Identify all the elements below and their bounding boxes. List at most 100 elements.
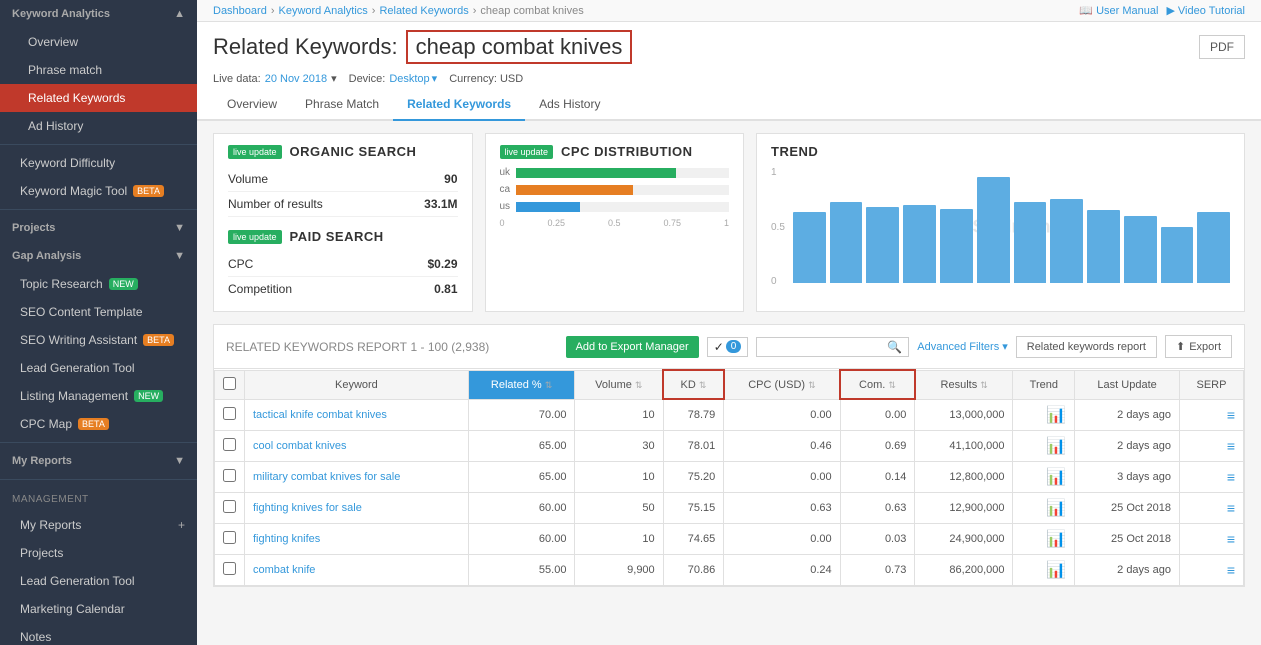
keyword-cell[interactable]: fighting knives for sale <box>245 492 469 523</box>
new-badge: NEW <box>109 278 138 290</box>
sidebar-item-projects[interactable]: Projects <box>0 539 197 567</box>
trend-mini-chart: 📊 <box>1046 469 1066 486</box>
report-btn[interactable]: Related keywords report <box>1016 336 1157 358</box>
row-checkbox[interactable] <box>223 562 236 575</box>
organic-search-title: ORGANIC SEARCH <box>290 144 417 159</box>
gap-analysis-section[interactable]: Gap Analysis ▼ <box>0 242 197 270</box>
sidebar-item-seo-writing[interactable]: SEO Writing Assistant BETA <box>0 326 197 354</box>
search-box[interactable]: 🔍 <box>756 337 909 357</box>
advanced-filters-btn[interactable]: Advanced Filters ▾ <box>917 340 1007 353</box>
sidebar-item-phrase-match[interactable]: Phrase match <box>0 56 197 84</box>
breadcrumb-related-keywords[interactable]: Related Keywords <box>379 5 468 17</box>
sidebar-item-listing-mgmt[interactable]: Listing Management NEW <box>0 382 197 410</box>
sidebar-item-topic-research[interactable]: Topic Research NEW <box>0 270 197 298</box>
management-section: MANAGEMENT My Reports + Projects Lead Ge… <box>0 488 197 645</box>
date-link[interactable]: 20 Nov 2018 <box>265 73 327 85</box>
search-input[interactable] <box>763 341 883 353</box>
trend-chart <box>793 167 1230 287</box>
chevron-down-icon: ▼ <box>174 250 185 262</box>
row-checkbox[interactable] <box>223 469 236 482</box>
serp-icon[interactable]: ≡ <box>1227 438 1235 454</box>
sidebar-item-lead-gen[interactable]: Lead Generation Tool <box>0 354 197 382</box>
row-checkbox-cell <box>215 523 245 554</box>
us-bar-container <box>516 202 729 212</box>
serp-icon[interactable]: ≡ <box>1227 469 1235 485</box>
row-checkbox-cell <box>215 399 245 430</box>
keyword-link[interactable]: cool combat knives <box>253 440 347 452</box>
select-all-checkbox[interactable] <box>223 377 236 390</box>
projects-label: Projects <box>12 222 55 234</box>
ca-bar-container <box>516 185 729 195</box>
uk-bar <box>516 168 676 178</box>
keyword-cell[interactable]: tactical knife combat knives <box>245 399 469 430</box>
keyword-link[interactable]: fighting knives for sale <box>253 502 362 514</box>
tab-phrase-match[interactable]: Phrase Match <box>291 89 393 121</box>
cpc-cell: 0.63 <box>724 492 840 523</box>
sidebar-item-notes[interactable]: Notes <box>0 623 197 645</box>
th-cpc[interactable]: CPC (USD) ⇅ <box>724 370 840 399</box>
keyword-cell[interactable]: military combat knives for sale <box>245 461 469 492</box>
row-checkbox[interactable] <box>223 531 236 544</box>
breadcrumb-dashboard[interactable]: Dashboard <box>213 5 267 17</box>
projects-section[interactable]: Projects ▼ <box>0 214 197 242</box>
add-export-btn[interactable]: Add to Export Manager <box>566 336 699 358</box>
my-reports-section[interactable]: My Reports ▼ <box>0 447 197 475</box>
com-cell: 0.73 <box>840 554 915 585</box>
sidebar-item-related-keywords[interactable]: Related Keywords <box>0 84 197 112</box>
serp-icon[interactable]: ≡ <box>1227 562 1235 578</box>
divider <box>0 442 197 443</box>
keyword-cell[interactable]: fighting knifes <box>245 523 469 554</box>
th-keyword[interactable]: Keyword <box>245 370 469 399</box>
keyword-cell[interactable]: combat knife <box>245 554 469 585</box>
cpc-chart: uk ca us <box>500 167 730 228</box>
volume-cell: 10 <box>575 523 663 554</box>
results-label: Number of results <box>228 197 323 211</box>
serp-icon[interactable]: ≡ <box>1227 500 1235 516</box>
keyword-analytics-section[interactable]: Keyword Analytics ▲ <box>0 0 197 28</box>
sidebar-item-lead-gen-mgmt[interactable]: Lead Generation Tool <box>0 567 197 595</box>
trend-title: TREND <box>771 144 818 159</box>
sidebar-item-ad-history[interactable]: Ad History <box>0 112 197 140</box>
th-kd[interactable]: KD ⇅ <box>663 370 724 399</box>
tab-related-keywords[interactable]: Related Keywords <box>393 89 525 121</box>
trend-header: TREND <box>771 144 1230 159</box>
tab-ads-history[interactable]: Ads History <box>525 89 614 121</box>
sidebar-item-cpc-map[interactable]: CPC Map BETA <box>0 410 197 438</box>
keyword-link[interactable]: tactical knife combat knives <box>253 409 387 421</box>
th-related[interactable]: Related % ⇅ <box>468 370 575 399</box>
keyword-link[interactable]: military combat knives for sale <box>253 471 400 483</box>
related-cell: 70.00 <box>468 399 575 430</box>
live-data-label: Live data: 20 Nov 2018 ▾ <box>213 72 337 85</box>
add-icon[interactable]: + <box>178 518 185 532</box>
sidebar-item-seo-content[interactable]: SEO Content Template <box>0 298 197 326</box>
video-tutorial-link[interactable]: ▶ Video Tutorial <box>1166 4 1245 17</box>
user-manual-link[interactable]: 📖 User Manual <box>1079 4 1158 17</box>
sidebar-item-my-reports[interactable]: My Reports + <box>0 511 197 539</box>
serp-icon[interactable]: ≡ <box>1227 407 1235 423</box>
sidebar-item-marketing-cal[interactable]: Marketing Calendar <box>0 595 197 623</box>
related-cell: 65.00 <box>468 461 575 492</box>
row-checkbox[interactable] <box>223 500 236 513</box>
keyword-link[interactable]: combat knife <box>253 564 315 576</box>
device-dropdown[interactable]: Desktop ▾ <box>389 72 437 85</box>
breadcrumb-links: Dashboard › Keyword Analytics › Related … <box>213 5 584 17</box>
th-volume[interactable]: Volume ⇅ <box>575 370 663 399</box>
row-checkbox[interactable] <box>223 438 236 451</box>
th-results[interactable]: Results ⇅ <box>915 370 1013 399</box>
tab-overview[interactable]: Overview <box>213 89 291 121</box>
management-label: MANAGEMENT <box>0 488 197 511</box>
breadcrumb-keyword-analytics[interactable]: Keyword Analytics <box>279 5 368 17</box>
row-checkbox[interactable] <box>223 407 236 420</box>
pdf-button[interactable]: PDF <box>1199 35 1245 59</box>
sidebar-item-keyword-difficulty[interactable]: Keyword Difficulty <box>0 149 197 177</box>
serp-icon[interactable]: ≡ <box>1227 531 1235 547</box>
th-com[interactable]: Com. ⇅ <box>840 370 915 399</box>
keyword-link[interactable]: fighting knifes <box>253 533 320 545</box>
sidebar-item-overview[interactable]: Overview <box>0 28 197 56</box>
related-keywords-table-section: RELATED KEYWORDS REPORT 1 - 100 (2,938) … <box>213 324 1245 587</box>
export-btn[interactable]: ⬆ Export <box>1165 335 1232 358</box>
sidebar: Keyword Analytics ▲ Overview Phrase matc… <box>0 0 197 645</box>
trend-mini-chart: 📊 <box>1046 407 1066 424</box>
sidebar-item-keyword-magic-tool[interactable]: Keyword Magic Tool BETA <box>0 177 197 205</box>
keyword-cell[interactable]: cool combat knives <box>245 430 469 461</box>
